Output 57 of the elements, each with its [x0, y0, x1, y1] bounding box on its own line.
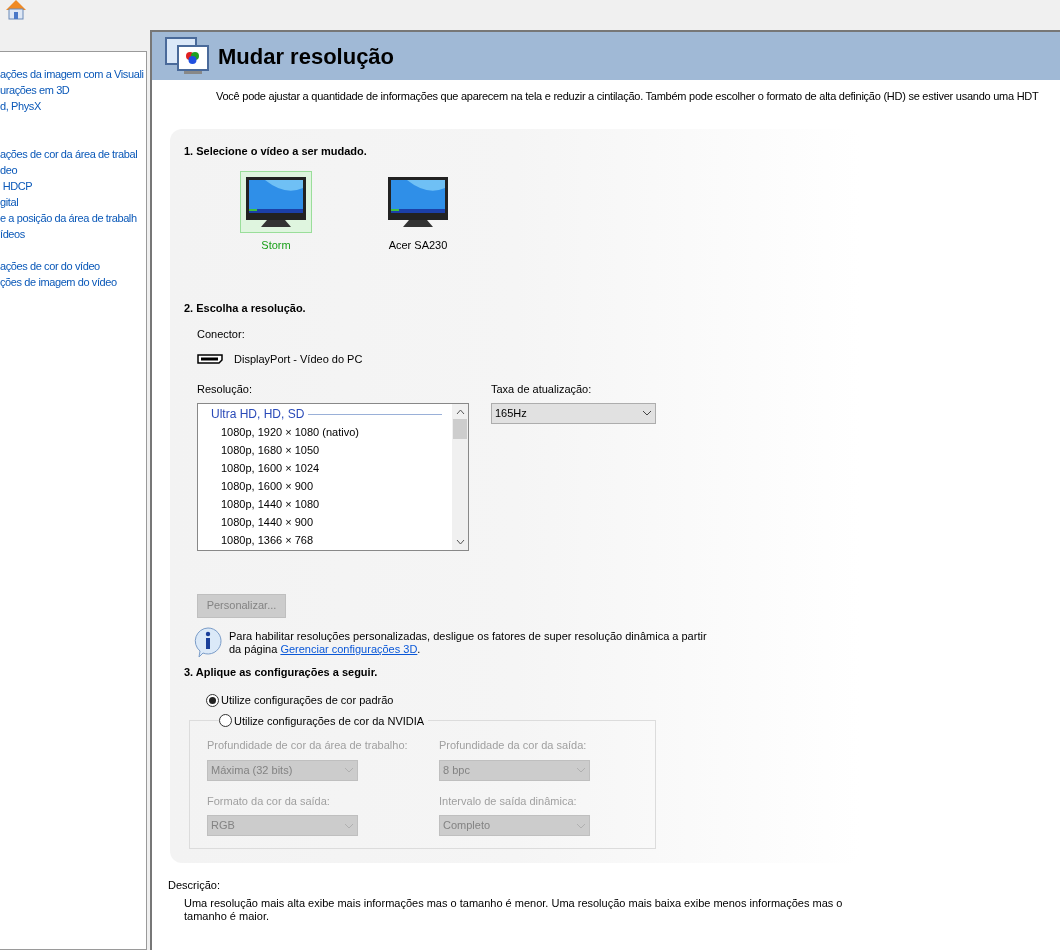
field-label: Profundidade de cor da área de trabalho: [207, 738, 409, 753]
section-heading: 2. Escolha a resolução. [184, 300, 307, 316]
intro-text: Você pode ajustar a quantidade de informações que aparecem na tela e reduzir a cintilação. Também pode escolher o formato de alta definição (HD) se estiver usando uma HDT [216, 89, 1040, 104]
sidebar-link[interactable]: deo [0, 162, 146, 178]
resolution-option[interactable]: 1080p, 1366 × 768 [219, 530, 316, 549]
radio-label[interactable]: Utilize configurações de cor da NVIDIA [234, 712, 429, 729]
radio-label[interactable]: Utilize configurações de cor padrão [221, 692, 394, 709]
caret-icon [576, 767, 586, 773]
display-option[interactable]: Acer SA230 [382, 171, 454, 254]
sidebar-link[interactable]: ações da imagem com a Visuali [0, 66, 146, 82]
resolution-option[interactable]: 1080p, 1920 × 1080 (nativo) [219, 422, 361, 441]
field-label: Intervalo de saída dinâmica: [439, 793, 578, 809]
description-label: Descrição: [168, 878, 221, 893]
field-label: Profundidade da cor da saída: [439, 738, 588, 753]
info-icon [193, 625, 223, 658]
list-group-header: Ultra HD, HD, SD [211, 406, 305, 423]
page-title: Mudar resolução [218, 42, 395, 71]
resolution-list[interactable]: Ultra HD, HD, SD 1080p, 1920 × 1080 (nativo) 1080p, 1680 × 1050 1080p, 1600 × 1024 1080p, 1600 × 900 1080p, 1440 × 1080 1080p, 1440 × 900 1080p, 1366 × 768 [197, 402, 469, 551]
house-icon[interactable] [4, 0, 28, 20]
port-icon [197, 353, 223, 364]
refresh-rate-dropdown[interactable]: 165Hz [491, 402, 656, 424]
resolution-option[interactable]: 1080p, 1680 × 1050 [219, 440, 322, 459]
monitor-icon [387, 176, 449, 228]
resolution-option[interactable]: 1080p, 1440 × 1080 [219, 494, 322, 513]
resolution-option[interactable]: 1080p, 1600 × 1024 [219, 458, 322, 477]
field-label: Formato da cor da saída: [207, 793, 331, 809]
sidebar-link[interactable]: ções de imagem do vídeo [0, 274, 146, 290]
scrollbar[interactable] [452, 403, 468, 550]
section-heading: 1. Selecione o vídeo a ser mudado. [184, 143, 368, 159]
monitor-icon [245, 176, 307, 228]
sidebar-link[interactable]: e a posição da área de trabalh [0, 210, 146, 226]
sidebar-link[interactable]: HDCP [0, 178, 146, 194]
refresh-rate-label: Taxa de atualização: [491, 382, 593, 397]
connector-label: Conector: [197, 327, 246, 342]
connector-value: DisplayPort - Vídeo do PC [234, 351, 363, 367]
description-text: Uma resolução mais alta exibe mais informações mas o tamanho é menor. Uma resolução mais baixa exibe menos informações mas o tamanho é maior. [184, 896, 844, 923]
sidebar-link[interactable]: ídeos [0, 226, 146, 242]
section-heading: 3. Aplique as configurações a seguir. [184, 664, 379, 680]
scroll-down-icon[interactable] [455, 538, 465, 545]
resolution-option[interactable]: 1080p, 1440 × 900 [219, 512, 316, 531]
caret-icon [576, 822, 586, 829]
sidebar-link[interactable]: gital [0, 194, 146, 210]
displays-icon [164, 36, 212, 76]
caret-icon [642, 410, 652, 416]
radio-button[interactable] [219, 714, 232, 728]
sidebar-link[interactable]: urações em 3D [0, 82, 146, 98]
scroll-up-icon[interactable] [455, 408, 465, 415]
caret-icon [344, 767, 354, 773]
sidebar-link[interactable]: d, PhysX [0, 98, 146, 114]
sidebar-link[interactable]: ações de cor da área de trabal [0, 146, 146, 162]
sidebar-link[interactable]: ações de cor do vídeo [0, 258, 146, 274]
info-text: Para habilitar resoluções personalizadas, desligue os fatores de super resolução dinâmica a partir da página Gerenciar configurações 3D. [229, 629, 708, 656]
scroll-thumb[interactable] [453, 418, 467, 439]
radio-button[interactable] [206, 693, 219, 707]
resolution-option[interactable]: 1080p, 1600 × 900 [219, 476, 316, 495]
resolution-label: Resolução: [197, 382, 254, 397]
caret-icon [344, 822, 354, 829]
